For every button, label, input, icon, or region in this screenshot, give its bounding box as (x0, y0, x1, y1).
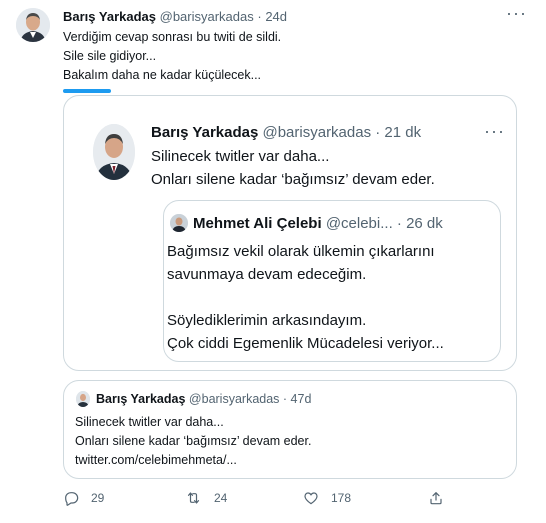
reply-count: 29 (91, 491, 105, 505)
retweet-button[interactable]: 24 (185, 490, 227, 506)
tweet-time[interactable]: · 24d (257, 9, 287, 24)
tweet-header: Barış Yarkadaş @barisyarkadas · 24d (63, 9, 287, 24)
quoted-text-line: Onları silene kadar ‘bağımsız’ devam ede… (151, 171, 435, 188)
avatar[interactable] (93, 124, 135, 180)
tweet-text-line: Sile sile gidiyor... (63, 49, 157, 63)
thread-indicator (63, 89, 111, 93)
retweet-icon (185, 490, 202, 506)
author-handle[interactable]: @barisyarkadas (160, 9, 254, 24)
like-icon (303, 490, 319, 506)
tweet-time[interactable]: · 21 dk (375, 124, 421, 141)
quoted-text-line: Silinecek twitler var daha... (151, 148, 330, 165)
author-name[interactable]: Barış Yarkadaş (151, 124, 258, 141)
avatar[interactable] (16, 8, 50, 42)
author-name[interactable]: Barış Yarkadaş (63, 9, 156, 24)
like-count: 178 (331, 491, 352, 505)
tweet-text-line: Bakalım daha ne kadar küçülecek... (63, 68, 262, 82)
nested-quote-header: Mehmet Ali Çelebi @celebi... · 26 dk (193, 215, 443, 232)
share-button[interactable] (428, 490, 444, 506)
nested-text-line: Bağımsız vekil olarak ülkemin çıkarların… (167, 243, 435, 260)
author-handle[interactable]: @barisyarkadas (189, 392, 280, 406)
share-icon (428, 490, 444, 506)
more-icon[interactable]: ··· (506, 4, 527, 22)
author-handle[interactable]: @celebi... (326, 215, 393, 232)
quoted-2-text-line: Silinecek twitler var daha... (75, 415, 224, 429)
quoted-2-text-line: Onları silene kadar ‘bağımsız’ devam ede… (75, 434, 312, 448)
tweet-time[interactable]: · 47d (283, 392, 312, 406)
avatar[interactable] (170, 214, 188, 232)
author-name[interactable]: Mehmet Ali Çelebi (193, 215, 322, 232)
quoted-2-link[interactable]: twitter.com/celebimehmeta/... (75, 453, 237, 467)
nested-text-line: savunmaya devam edeceğim. (167, 266, 367, 283)
tweet-time[interactable]: · 26 dk (397, 215, 443, 232)
like-button[interactable]: 178 (303, 490, 351, 506)
tweet-text-line: Verdiğim cevap sonrası bu twiti de sildi… (63, 30, 282, 44)
quoted-tweet-header: Barış Yarkadaş @barisyarkadas · 21 dk (151, 124, 421, 141)
retweet-count: 24 (214, 491, 228, 505)
author-name[interactable]: Barış Yarkadaş (96, 392, 185, 406)
reply-icon (63, 490, 79, 506)
avatar[interactable] (76, 391, 90, 407)
author-handle[interactable]: @barisyarkadas (262, 124, 371, 141)
more-icon[interactable]: ··· (484, 122, 505, 140)
nested-text-line: Çok ciddi Egemenlik Mücadelesi veriyor..… (167, 335, 444, 352)
tweet: Barış Yarkadaş @barisyarkadas · 24d ··· … (0, 0, 546, 523)
nested-text-line: Söylediklerimin arkasındayım. (167, 312, 367, 329)
quoted-tweet-2-header: Barış Yarkadaş @barisyarkadas · 47d (96, 392, 311, 406)
reply-button[interactable]: 29 (63, 490, 104, 506)
